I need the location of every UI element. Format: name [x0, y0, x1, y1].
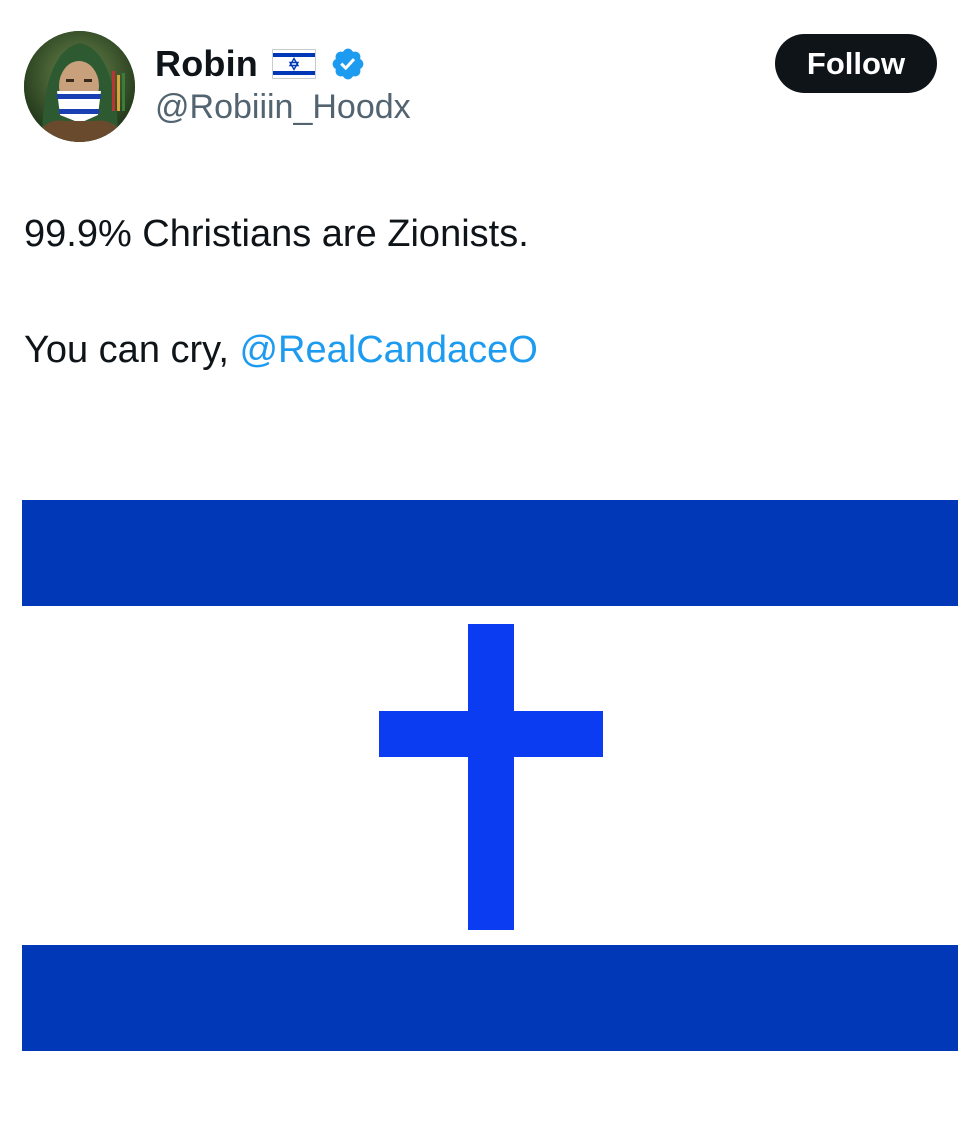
verified-badge-icon[interactable]	[330, 46, 366, 82]
tweet-text-line-2: You can cry, @RealCandaceO	[24, 326, 538, 374]
tweet-text-line-1: 99.9% Christians are Zionists.	[24, 213, 529, 255]
flag-top-stripe	[22, 500, 958, 606]
author-handle[interactable]: @Robiiin_Hoodx	[155, 88, 411, 127]
follow-button[interactable]: Follow	[775, 34, 937, 93]
cross-vertical-bar	[468, 624, 514, 930]
tweet-media-image[interactable]	[22, 498, 958, 1053]
cross-horizontal-bar	[379, 711, 603, 757]
flag-bottom-stripe	[22, 945, 958, 1051]
mention-link[interactable]: @RealCandaceO	[239, 329, 537, 371]
tweet-card: Robin @Robiiin_Hoodx Follow 99.9% Christ…	[0, 0, 980, 1136]
display-name[interactable]: Robin	[155, 43, 258, 85]
israel-flag-icon	[271, 49, 316, 79]
tweet-text-prefix: You can cry,	[24, 329, 240, 371]
author-name-row[interactable]: Robin	[155, 40, 366, 88]
avatar[interactable]	[24, 31, 135, 142]
